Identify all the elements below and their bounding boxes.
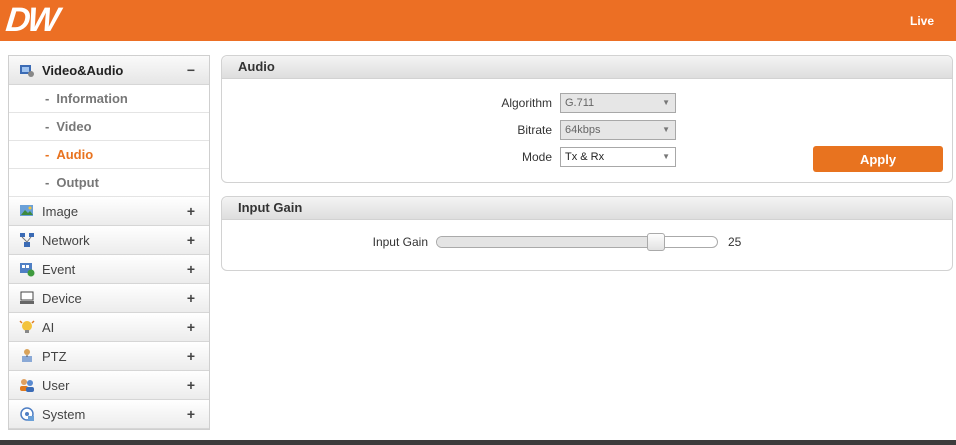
input-gain-value: 25 <box>728 235 742 249</box>
dropdown-arrow-icon: ▼ <box>662 152 670 161</box>
expand-icon[interactable]: + <box>187 203 195 219</box>
sidebar-group-label: Event <box>42 261 76 277</box>
slider-handle[interactable] <box>647 233 666 251</box>
sidebar-item-video[interactable]: - Video <box>9 113 209 141</box>
mode-label: Mode <box>521 150 552 164</box>
sidebar-group-label: User <box>42 377 70 393</box>
collapse-icon[interactable]: − <box>187 62 195 78</box>
sidebar-item-label: Audio <box>56 147 94 162</box>
sidebar-group-system[interactable]: System + <box>9 400 209 429</box>
bullet-icon: - <box>45 147 50 162</box>
expand-icon[interactable]: + <box>187 377 195 393</box>
expand-icon[interactable]: + <box>187 232 195 248</box>
audio-panel-title: Audio <box>222 56 952 79</box>
sidebar-item-audio[interactable]: - Audio <box>9 141 209 169</box>
dw-logo: DW <box>4 1 59 39</box>
sidebar-group-label: Network <box>42 232 90 248</box>
user-icon <box>19 377 35 393</box>
sidebar-group-label: AI <box>42 319 55 335</box>
sidebar-group-video-audio[interactable]: Video&Audio − <box>9 56 209 85</box>
expand-icon[interactable]: + <box>187 261 195 277</box>
bitrate-label: Bitrate <box>517 123 552 137</box>
input-gain-row: Input Gain 25 <box>308 233 742 251</box>
input-gain-slider[interactable] <box>436 233 718 251</box>
sidebar-group-device[interactable]: Device + <box>9 284 209 313</box>
expand-icon[interactable]: + <box>187 406 195 422</box>
bitrate-row: Bitrate 64kbps ▼ <box>432 120 676 140</box>
sidebar-item-label: Information <box>56 91 128 106</box>
algorithm-label: Algorithm <box>501 96 552 110</box>
mode-value: Tx & Rx <box>565 151 605 163</box>
bullet-icon: - <box>45 91 50 106</box>
input-gain-label: Input Gain <box>372 235 428 249</box>
expand-icon[interactable]: + <box>187 348 195 364</box>
slider-fill <box>437 237 656 247</box>
sidebar-group-network[interactable]: Network + <box>9 226 209 255</box>
sidebar-group-label: PTZ <box>42 348 67 364</box>
algorithm-value: G.711 <box>565 97 595 109</box>
dropdown-arrow-icon: ▼ <box>662 98 670 107</box>
network-icon <box>19 232 35 248</box>
audio-panel: Audio Algorithm G.711 ▼ Bitrate 64kbps ▼… <box>221 55 953 183</box>
ai-icon <box>19 319 35 335</box>
mode-row: Mode Tx & Rx ▼ <box>432 147 676 167</box>
bitrate-select: 64kbps ▼ <box>560 120 676 140</box>
sidebar-menu: Video&Audio − - Information - Video - Au… <box>8 55 210 430</box>
algorithm-select: G.711 ▼ <box>560 93 676 113</box>
sidebar-item-label: Output <box>56 175 99 190</box>
input-gain-panel: Input Gain Input Gain 25 <box>221 196 953 271</box>
sidebar-group-ptz[interactable]: PTZ + <box>9 342 209 371</box>
footer-bar <box>0 440 956 445</box>
sidebar-group-event[interactable]: Event + <box>9 255 209 284</box>
event-icon <box>19 261 35 277</box>
expand-icon[interactable]: + <box>187 290 195 306</box>
bullet-icon: - <box>45 119 50 134</box>
mode-select[interactable]: Tx & Rx ▼ <box>560 147 676 167</box>
image-icon <box>19 203 35 219</box>
sidebar-item-label: Video <box>56 119 92 134</box>
sidebar-group-ai[interactable]: AI + <box>9 313 209 342</box>
apply-button[interactable]: Apply <box>813 146 943 172</box>
sidebar-group-user[interactable]: User + <box>9 371 209 400</box>
sidebar-item-information[interactable]: - Information <box>9 85 209 113</box>
sidebar-group-label: Image <box>42 203 79 219</box>
bitrate-value: 64kbps <box>565 124 601 136</box>
sidebar-group-label: Device <box>42 290 82 306</box>
sidebar-group-label: Video&Audio <box>42 62 124 78</box>
sidebar-item-output[interactable]: - Output <box>9 169 209 197</box>
bullet-icon: - <box>45 175 50 190</box>
ptz-icon <box>19 348 35 364</box>
algorithm-row: Algorithm G.711 ▼ <box>432 93 676 113</box>
live-link[interactable]: Live <box>910 14 934 28</box>
top-header-bar: DW Live <box>0 0 956 41</box>
expand-icon[interactable]: + <box>187 319 195 335</box>
input-gain-panel-title: Input Gain <box>222 197 952 220</box>
dropdown-arrow-icon: ▼ <box>662 125 670 134</box>
video-audio-icon <box>19 62 35 78</box>
sidebar-group-image[interactable]: Image + <box>9 197 209 226</box>
system-icon <box>19 406 35 422</box>
sidebar-group-label: System <box>42 406 86 422</box>
device-icon <box>19 290 35 306</box>
